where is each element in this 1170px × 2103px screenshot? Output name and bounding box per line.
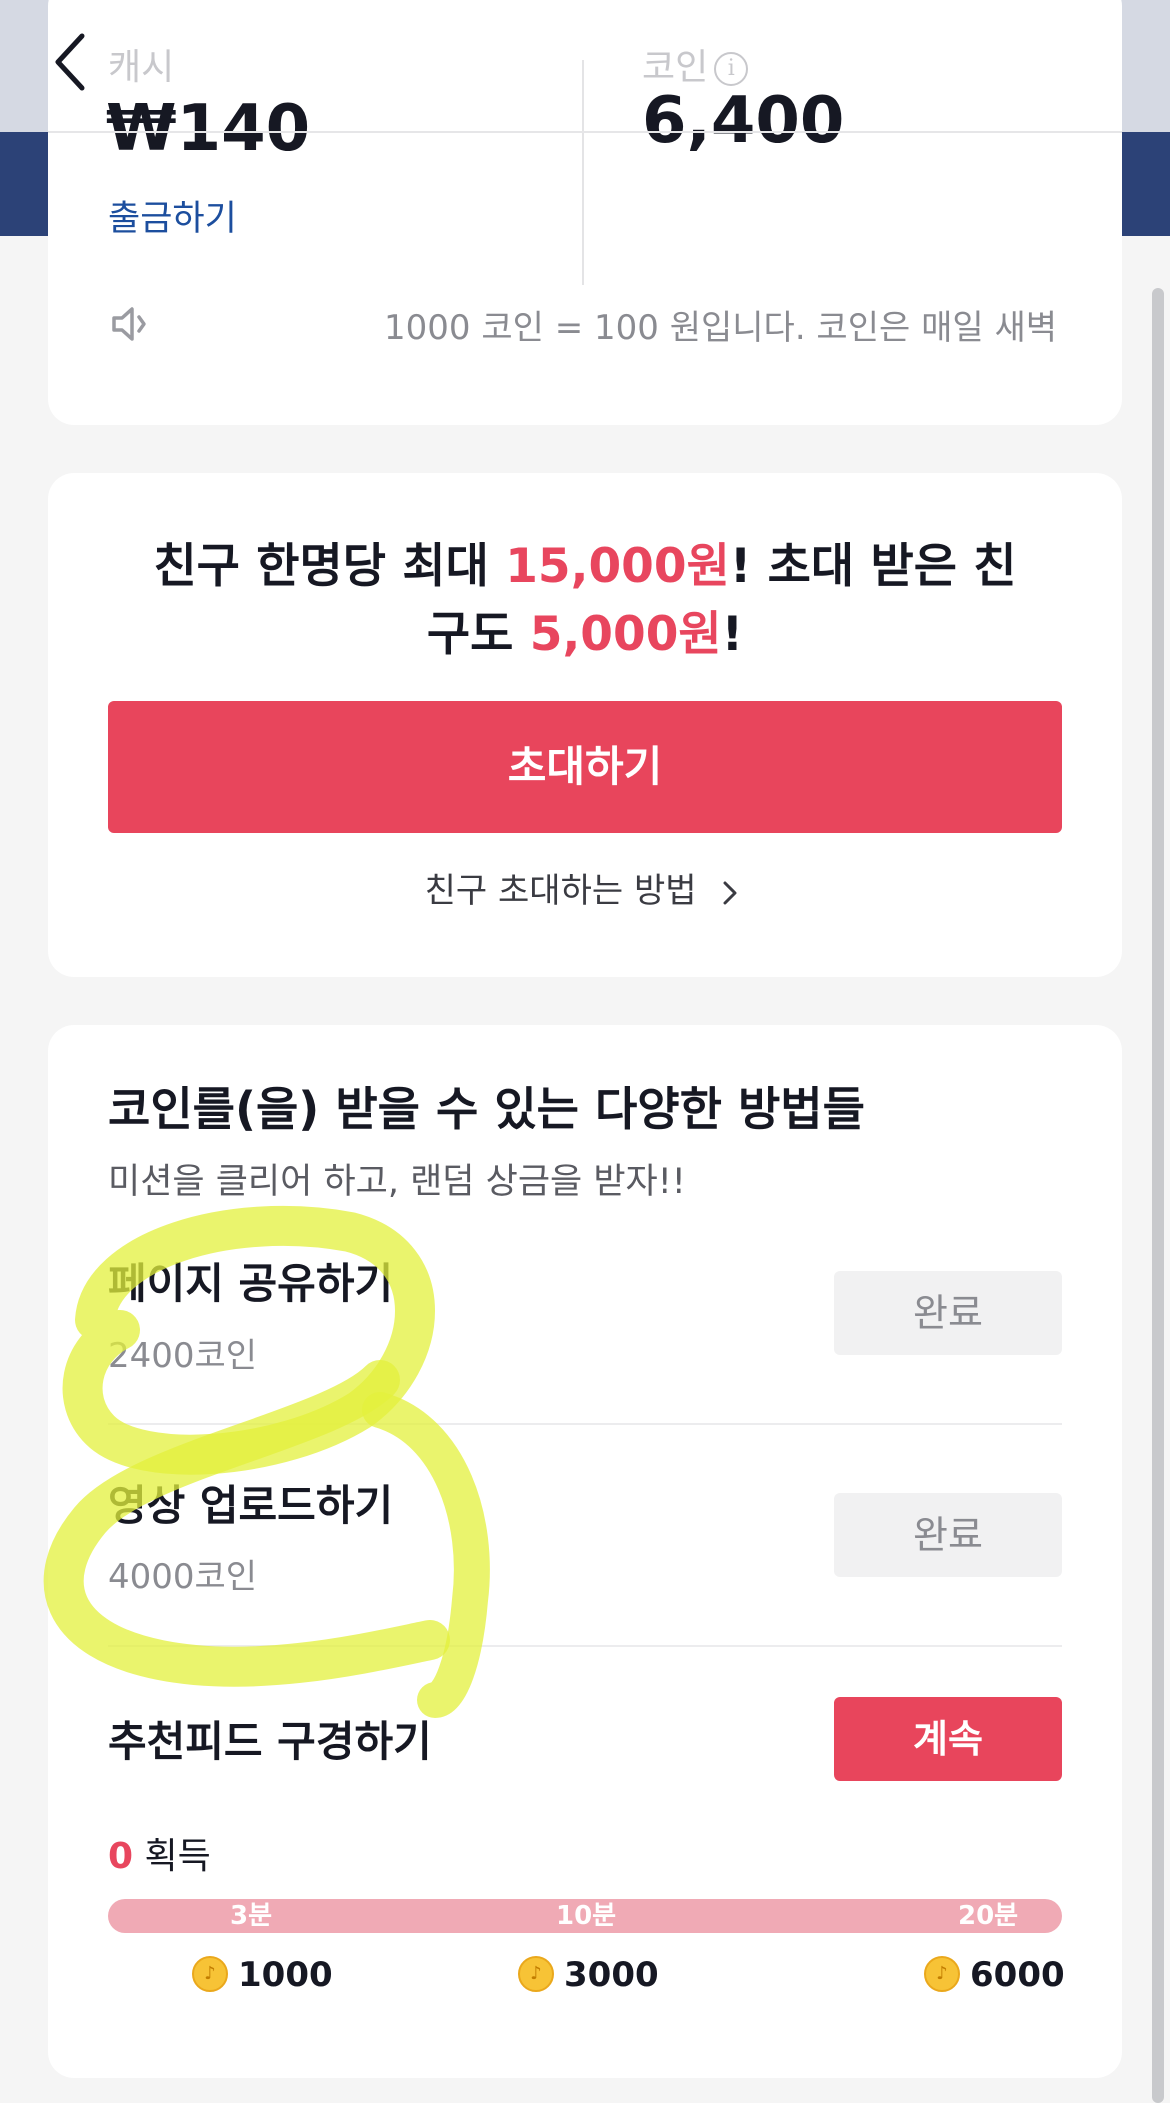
coin-notice: 1000 코인 = 100 원입니다. 코인은 매일 새벽 xyxy=(384,308,1058,348)
invite-button[interactable]: 초대하기 xyxy=(108,701,1062,833)
cash-value: ₩140 xyxy=(106,92,311,166)
missions-title: 코인를(을) 받을 수 있는 다양한 방법들 xyxy=(108,1082,865,1136)
header-separator xyxy=(48,131,1122,133)
back-button[interactable] xyxy=(44,24,108,100)
chevron-right-icon xyxy=(723,881,737,904)
task-divider xyxy=(108,1645,1062,1647)
milestone-reward-1: ♪ 1000 xyxy=(192,1955,333,1995)
reward-amount: 1000 xyxy=(238,1955,333,1995)
coin-value: 6,400 xyxy=(642,84,845,158)
task-divider xyxy=(108,1423,1062,1425)
reward-amount: 3000 xyxy=(564,1955,659,1995)
missions-card: 코인를(을) 받을 수 있는 다양한 방법들 미션을 클리어 하고, 랜덤 상금… xyxy=(48,1025,1122,2078)
chevron-left-icon xyxy=(55,33,85,91)
invite-amount-2: 5,000원 xyxy=(529,607,722,662)
balance-divider xyxy=(582,60,584,285)
task-share-page-done-button: 완료 xyxy=(834,1271,1062,1355)
speaker-icon xyxy=(108,300,156,352)
milestone-reward-3: ♪ 6000 xyxy=(924,1955,1065,1995)
info-icon[interactable]: i xyxy=(714,52,749,86)
scrollbar[interactable] xyxy=(1152,288,1164,2103)
earned-value: 0 xyxy=(108,1836,134,1877)
task-upload-video-name: 영상 업로드하기 xyxy=(108,1481,394,1530)
coin-icon: ♪ xyxy=(192,1955,228,1992)
invite-title: 친구 한명당 최대 15,000원! 초대 받은 친구도 5,000원! xyxy=(108,533,1062,669)
reward-amount: 6000 xyxy=(970,1955,1065,1995)
invite-howto-link[interactable]: 친구 초대하는 방법 xyxy=(48,863,1122,912)
coin-label: 코인 xyxy=(642,47,709,88)
earned-label: 획득 xyxy=(144,1836,211,1877)
missions-subtitle: 미션을 클리어 하고, 랜덤 상금을 받자!! xyxy=(108,1162,686,1202)
invite-amount-1: 15,000원 xyxy=(505,539,730,594)
task-browse-feed-continue-button[interactable]: 계속 xyxy=(834,1697,1062,1781)
watch-progress-bar: 3분 10분 20분 xyxy=(108,1899,1062,1933)
task-share-page-coins: 2400코인 xyxy=(108,1336,258,1376)
coin-icon: ♪ xyxy=(924,1955,960,1992)
coin-icon: ♪ xyxy=(518,1955,554,1992)
balance-card: 캐시 ₩140 출금하기 코인 i 6,400 1000 코인 = 100 원입니… xyxy=(48,0,1122,425)
invite-title-text-2: ! 초대 받은 친 xyxy=(729,539,1017,594)
task-upload-video-coins: 4000코인 xyxy=(108,1557,258,1597)
task-upload-video-done-button: 완료 xyxy=(834,1493,1062,1577)
invite-title-text-1: 친구 한명당 최대 xyxy=(153,539,506,594)
milestone-time-3min: 3분 xyxy=(230,1901,273,1931)
milestone-time-10min: 10분 xyxy=(556,1901,617,1931)
milestone-reward-2: ♪ 3000 xyxy=(518,1955,659,1995)
milestone-time-20min: 20분 xyxy=(958,1901,1019,1931)
howto-label: 친구 초대하는 방법 xyxy=(424,871,697,911)
earned-counter: 0 획득 xyxy=(108,1827,211,1879)
invite-title-text-3: 구도 xyxy=(426,607,530,662)
invite-title-text-4: ! xyxy=(721,607,744,662)
coin-label-group: 코인 i xyxy=(642,38,749,90)
withdraw-link[interactable]: 출금하기 xyxy=(108,190,237,241)
task-browse-feed-name: 추천피드 구경하기 xyxy=(108,1717,432,1766)
task-share-page-name: 페이지 공유하기 xyxy=(108,1259,394,1308)
cash-label: 캐시 xyxy=(108,47,175,88)
invite-card: 친구 한명당 최대 15,000원! 초대 받은 친구도 5,000원! 초대하… xyxy=(48,473,1122,977)
